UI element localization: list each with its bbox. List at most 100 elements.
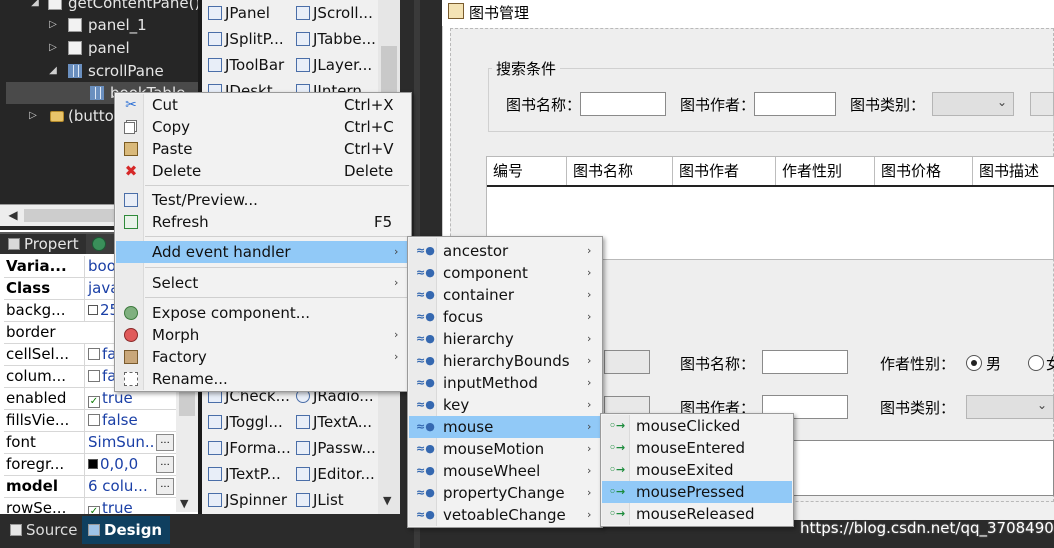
search-book-author-input[interactable] — [754, 92, 836, 116]
book-type-select[interactable]: ⌄ — [966, 395, 1054, 419]
edit-dots-button[interactable]: ... — [156, 434, 174, 451]
male-radio[interactable] — [966, 355, 982, 371]
menu-item-label: propertyChange — [443, 484, 565, 502]
palette-item-jtextarea[interactable]: JTextA... — [296, 409, 372, 435]
event-item-ancestor[interactable]: ≈● ancestor › — [409, 240, 601, 262]
tree-item-content-pane[interactable]: ◢ getContentPane() — [0, 0, 198, 14]
column-header[interactable]: 图书价格 — [875, 157, 973, 185]
event-listener-icon: ≈● — [416, 354, 435, 367]
mouse-item-mousereleased[interactable]: ◦→ mouseReleased — [602, 503, 792, 525]
menu-item-expose-component[interactable]: Expose component... — [116, 302, 410, 324]
palette-item-jspinner[interactable]: JSpinner — [208, 487, 287, 513]
property-value[interactable]: false — [84, 410, 176, 431]
palette-item-jtextpane[interactable]: JTextP... — [208, 461, 281, 487]
palette-item-jlayeredpane[interactable]: JLayer... — [296, 52, 372, 78]
submenu-arrow-icon: › — [587, 310, 592, 323]
menu-item-select[interactable]: Select › — [116, 272, 410, 294]
scroll-down-icon[interactable]: ▼ — [383, 494, 391, 507]
author-sex-label: 作者性别： — [880, 355, 956, 373]
event-item-propertychange[interactable]: ≈● propertyChange › — [409, 482, 601, 504]
edit-dots-button[interactable]: ... — [156, 478, 174, 495]
column-header[interactable]: 图书名称 — [567, 157, 673, 185]
tree-item-scroll-pane[interactable]: ◢ scrollPane — [0, 60, 198, 82]
event-item-container[interactable]: ≈● container › — [409, 284, 601, 306]
collapse-arrow-icon[interactable]: ◢ — [48, 60, 58, 82]
checkbox[interactable] — [88, 414, 100, 426]
property-value-text: 0,0,0 — [100, 455, 139, 473]
property-row[interactable]: foregr... 0,0,0 ... — [4, 454, 176, 476]
palette-item-jlist[interactable]: JList — [296, 487, 344, 513]
column-header[interactable]: 作者性别 — [776, 157, 875, 185]
checkbox[interactable] — [88, 348, 100, 360]
property-key: fillsVie... — [6, 411, 70, 429]
menu-item-factory[interactable]: Factory › — [116, 346, 410, 368]
menu-item-refresh[interactable]: Refresh F5 — [116, 211, 410, 233]
palette-item-jscrollpane[interactable]: JScroll... — [296, 0, 373, 26]
expand-arrow-icon[interactable]: ▷ — [48, 14, 58, 36]
property-key: colum... — [6, 367, 67, 385]
palette-item-jpasswordfield[interactable]: JPassw... — [296, 435, 376, 461]
property-row[interactable]: fillsVie... false — [4, 410, 176, 432]
palette-item-jtabbedpane[interactable]: JTabbe... — [296, 26, 376, 52]
palette-item-jsplitpane[interactable]: JSplitP... — [208, 26, 284, 52]
class-icon[interactable] — [92, 237, 106, 251]
column-header[interactable]: 图书描述 — [973, 157, 1054, 185]
female-radio[interactable] — [1028, 355, 1044, 371]
checkbox[interactable] — [88, 370, 100, 382]
event-item-inputmethod[interactable]: ≈● inputMethod › — [409, 372, 601, 394]
tab-properties[interactable]: Propert — [0, 234, 86, 254]
event-item-focus[interactable]: ≈● focus › — [409, 306, 601, 328]
menu-item-paste[interactable]: Paste Ctrl+V — [116, 138, 410, 160]
mouse-item-mouseentered[interactable]: ◦→ mouseEntered — [602, 437, 792, 459]
property-key: enabled — [6, 389, 67, 407]
event-item-hierarchy[interactable]: ≈● hierarchy › — [409, 328, 601, 350]
menu-item-delete[interactable]: ✖ Delete Delete — [116, 160, 410, 182]
property-row[interactable]: model 6 colu... ... — [4, 476, 176, 498]
menu-item-add-event-handler[interactable]: Add event handler › — [116, 241, 410, 263]
book-id-input[interactable] — [604, 350, 650, 374]
event-item-mousemotion[interactable]: ≈● mouseMotion › — [409, 438, 601, 460]
event-item-vetoablechange[interactable]: ≈● vetoableChange › — [409, 504, 601, 526]
checkbox-checked[interactable]: ✓ — [88, 396, 100, 408]
expand-arrow-icon[interactable]: ▷ — [28, 105, 38, 127]
property-row[interactable]: font SimSun... ... — [4, 432, 176, 454]
mouse-item-mouseexited[interactable]: ◦→ mouseExited — [602, 459, 792, 481]
event-item-hierarchybounds[interactable]: ≈● hierarchyBounds › — [409, 350, 601, 372]
mouse-item-mousepressed[interactable]: ◦→ mousePressed — [602, 481, 792, 503]
edit-dots-button[interactable]: ... — [156, 456, 174, 473]
column-header[interactable]: 图书作者 — [673, 157, 776, 185]
mouse-item-mouseclicked[interactable]: ◦→ mouseClicked — [602, 415, 792, 437]
scroll-left-icon[interactable]: ◀ — [2, 205, 24, 226]
column-header[interactable]: 编号 — [487, 157, 567, 185]
search-book-type-select[interactable]: ⌄ — [932, 92, 1014, 116]
event-item-key[interactable]: ≈● key › — [409, 394, 601, 416]
tree-item-label: panel — [88, 39, 130, 57]
menu-item-copy[interactable]: Copy Ctrl+C — [116, 116, 410, 138]
book-name-input[interactable] — [762, 350, 848, 374]
menu-item-shortcut: Ctrl+X — [344, 96, 394, 114]
event-item-component[interactable]: ≈● component › — [409, 262, 601, 284]
tab-design[interactable]: Design — [82, 516, 171, 544]
event-item-mousewheel[interactable]: ≈● mouseWheel › — [409, 460, 601, 482]
search-book-name-input[interactable] — [580, 92, 666, 116]
menu-item-test-preview[interactable]: Test/Preview... — [116, 189, 410, 211]
design-icon — [88, 524, 100, 536]
search-button[interactable] — [1030, 92, 1054, 116]
palette-item-jeditorpane[interactable]: JEditor... — [296, 461, 375, 487]
menu-item-morph[interactable]: Morph › — [116, 324, 410, 346]
property-key: border — [6, 323, 56, 341]
palette-item-jtoolbar[interactable]: JToolBar — [208, 52, 284, 78]
menu-item-cut[interactable]: ✂ Cut Ctrl+X — [116, 94, 410, 116]
expand-arrow-icon[interactable]: ◢ — [30, 0, 40, 14]
palette-item-jtogglebutton[interactable]: JToggl... — [208, 409, 283, 435]
tree-item-panel-1[interactable]: ▷ panel_1 — [0, 14, 198, 36]
menu-item-rename[interactable]: Rename... — [116, 368, 410, 390]
tree-item-panel[interactable]: ▷ panel — [0, 37, 198, 59]
jtabbedpane-icon — [296, 32, 310, 46]
event-item-mouse[interactable]: ≈● mouse › — [409, 416, 601, 438]
expand-arrow-icon[interactable]: ▷ — [48, 37, 58, 59]
palette-item-jpanel[interactable]: JPanel — [208, 0, 270, 26]
tab-source[interactable]: Source — [4, 516, 86, 544]
scroll-down-icon[interactable]: ▼ — [180, 497, 188, 510]
palette-item-jformattedtextfield[interactable]: JForma... — [208, 435, 291, 461]
